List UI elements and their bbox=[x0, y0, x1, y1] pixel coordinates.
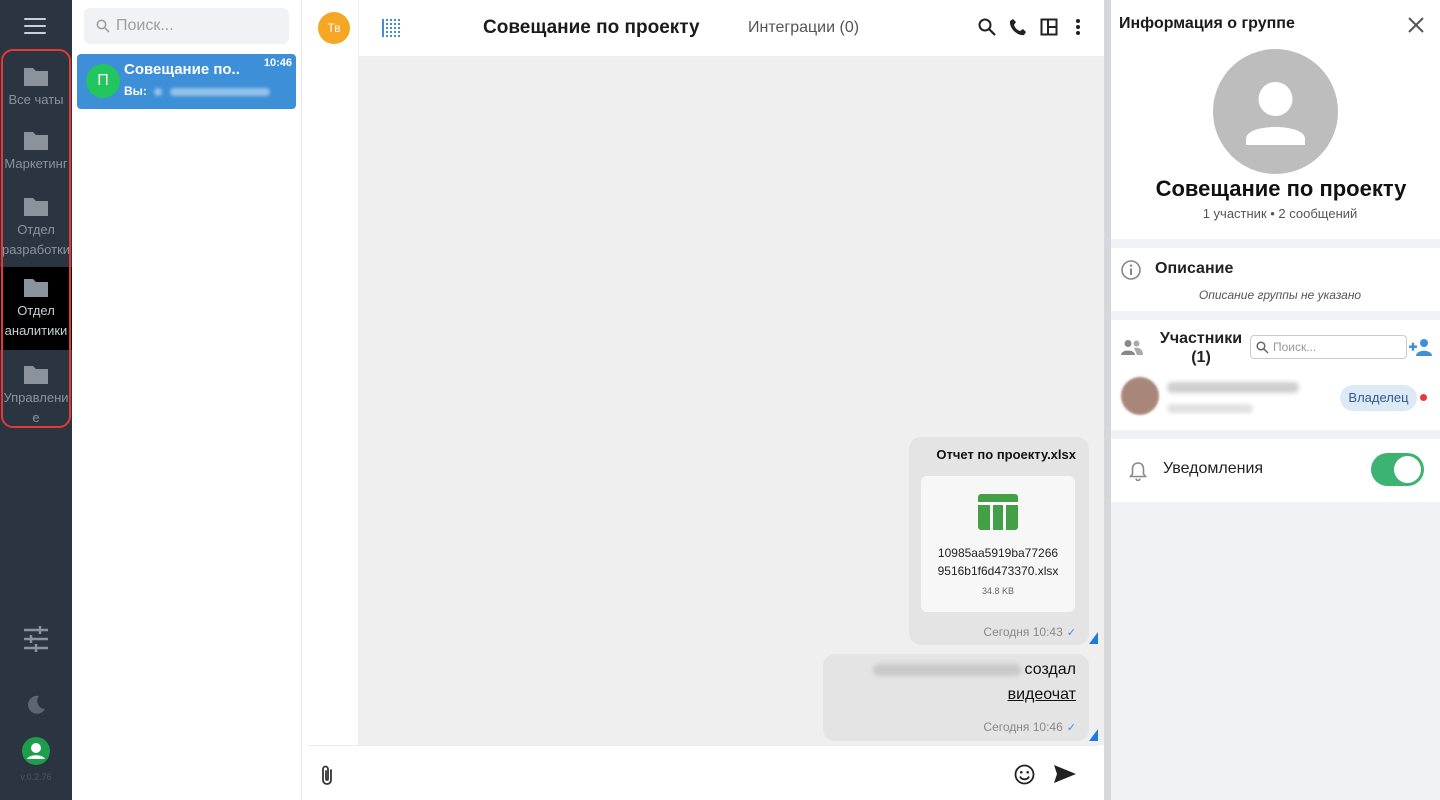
search-icon[interactable] bbox=[978, 18, 996, 36]
members-section: Участники (1) Владелец bbox=[1111, 320, 1440, 430]
chat-header: Совещание по проекту Интеграции (0) bbox=[359, 0, 1104, 57]
profile-avatar[interactable] bbox=[0, 737, 72, 770]
group-avatar[interactable] bbox=[1213, 49, 1338, 174]
members-search bbox=[1250, 335, 1407, 359]
description-section: Описание Описание группы не указано bbox=[1111, 248, 1440, 311]
panel-toggle-icon[interactable] bbox=[382, 19, 400, 37]
message-area: Отчет по проекту.xlsx 10985aa5919ba77266… bbox=[359, 57, 1104, 745]
bubble-tail bbox=[1089, 729, 1098, 741]
notifications-label: Уведомления bbox=[1163, 460, 1264, 477]
group-icon bbox=[1121, 340, 1143, 355]
chat-item-title: Совещание по.. bbox=[124, 61, 240, 78]
system-message-text: создал bbox=[872, 661, 1076, 679]
message-time: Сегодня 10:43 ✓ bbox=[983, 625, 1076, 639]
group-info-panel: Информация о группе Совещание по проекту… bbox=[1111, 0, 1440, 800]
close-icon[interactable] bbox=[1408, 17, 1424, 33]
attach-icon[interactable] bbox=[320, 764, 334, 786]
search-icon bbox=[96, 19, 110, 33]
file-name: 10985aa5919ba77266 9516b1f6d473370.xlsx bbox=[921, 544, 1075, 580]
filters-icon[interactable] bbox=[0, 625, 72, 658]
panel-splitter[interactable] bbox=[1104, 0, 1111, 800]
menu-icon[interactable] bbox=[24, 18, 46, 34]
message-time: Сегодня 10:46 ✓ bbox=[983, 720, 1076, 734]
preview-attachment-icon bbox=[154, 87, 163, 96]
preview-text-redacted bbox=[169, 87, 270, 96]
chat-title: Совещание по проекту bbox=[483, 17, 700, 38]
chat-panel: Тв Совещание по проекту Интеграции (0) О… bbox=[302, 0, 1104, 800]
chat-list-item[interactable]: П Совещание по.. 10:46 Вы: bbox=[77, 54, 296, 109]
owner-badge: Владелец bbox=[1340, 385, 1417, 411]
file-name-line: 10985aa5919ba77266 bbox=[937, 546, 1059, 560]
member-avatar[interactable] bbox=[1121, 377, 1159, 415]
system-message: создал видеочат Сегодня 10:46 ✓ bbox=[823, 654, 1089, 741]
group-name: Совещание по проекту bbox=[1155, 176, 1407, 201]
message-time-text: Сегодня 10:46 bbox=[983, 720, 1063, 734]
file-attachment[interactable]: 10985aa5919ba77266 9516b1f6d473370.xlsx … bbox=[921, 476, 1075, 612]
chat-item-time: 10:46 bbox=[263, 57, 292, 69]
emoji-icon[interactable] bbox=[1014, 764, 1035, 785]
read-check-icon: ✓ bbox=[1066, 627, 1076, 639]
file-size: 34.8 KB bbox=[981, 586, 1015, 596]
notifications-toggle[interactable] bbox=[1371, 453, 1424, 486]
sender-avatar[interactable]: Тв bbox=[318, 12, 350, 44]
status-dot bbox=[1420, 394, 1427, 401]
members-title: Участники (1) bbox=[1159, 330, 1243, 366]
file-message: Отчет по проекту.xlsx 10985aa5919ba77266… bbox=[909, 437, 1089, 645]
file-name-line: 9516b1f6d473370.xlsx bbox=[937, 564, 1059, 578]
chat-avatar: П bbox=[86, 64, 120, 98]
chat-list: П Совещание по.. 10:46 Вы: bbox=[72, 0, 302, 800]
chat-item-preview: Вы: bbox=[124, 84, 270, 98]
search-icon bbox=[1256, 341, 1269, 354]
members-search-input[interactable] bbox=[1273, 336, 1403, 358]
description-title: Описание bbox=[1155, 260, 1234, 277]
description-text: Описание группы не указано bbox=[1198, 288, 1362, 302]
file-message-title: Отчет по проекту.xlsx bbox=[936, 447, 1076, 462]
system-message-action: создал bbox=[1024, 661, 1076, 678]
chat-search bbox=[84, 8, 289, 44]
read-check-icon: ✓ bbox=[1066, 722, 1076, 734]
member-handle-redacted bbox=[1167, 404, 1253, 413]
layout-icon[interactable] bbox=[1040, 18, 1058, 36]
message-time-text: Сегодня 10:43 bbox=[983, 625, 1063, 639]
message-composer[interactable] bbox=[308, 745, 1098, 800]
user-name-redacted bbox=[872, 663, 1021, 676]
app-version: v.0.2.76 bbox=[20, 772, 52, 782]
notifications-section: Уведомления bbox=[1111, 439, 1440, 502]
info-icon bbox=[1121, 260, 1141, 280]
group-info-header: Информация о группе Совещание по проекту… bbox=[1111, 0, 1440, 239]
user-icon bbox=[1246, 82, 1305, 145]
annotation-outline bbox=[1, 49, 71, 428]
messenger-app: Все чаты Маркетинг Отдел разработки Отде… bbox=[0, 0, 1440, 800]
videochat-link[interactable]: видеочат bbox=[1008, 686, 1076, 704]
spreadsheet-icon bbox=[978, 494, 1018, 530]
send-icon[interactable] bbox=[1053, 764, 1077, 784]
phone-icon[interactable] bbox=[1009, 18, 1027, 36]
participants-column: Тв bbox=[302, 0, 359, 800]
chat-search-input[interactable] bbox=[116, 8, 281, 44]
add-member-icon[interactable] bbox=[1409, 338, 1433, 356]
panel-title: Информация о группе bbox=[1119, 15, 1295, 32]
bubble-tail bbox=[1089, 632, 1098, 644]
more-menu-icon[interactable] bbox=[1075, 18, 1081, 36]
member-name-redacted bbox=[1167, 382, 1299, 393]
dark-mode-icon[interactable] bbox=[0, 694, 72, 721]
group-meta: 1 участник • 2 сообщений bbox=[1202, 206, 1358, 221]
integrations-link[interactable]: Интеграции (0) bbox=[748, 19, 859, 37]
preview-prefix: Вы: bbox=[124, 84, 147, 98]
folder-rail: Все чаты Маркетинг Отдел разработки Отде… bbox=[0, 0, 72, 800]
bell-icon bbox=[1129, 462, 1147, 481]
toggle-knob bbox=[1394, 456, 1421, 483]
